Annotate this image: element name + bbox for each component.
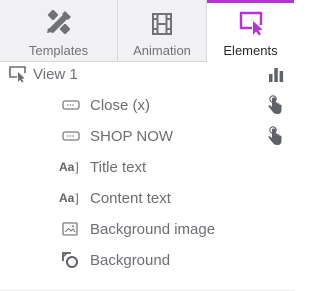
tab-templates-label: Templates [28,43,89,58]
tab-templates[interactable]: Templates [0,0,118,61]
tree-row-shop-now[interactable]: SHOP NOW [0,121,294,151]
tree-row-background-label: Background [90,251,171,269]
tree-row-title-text[interactable]: Aa] Title text [0,152,294,182]
tree-row-close[interactable]: Close (x) [0,90,294,120]
tree-row-view-label: View 1 [33,65,78,83]
view-icon [8,65,28,83]
button-icon [62,131,80,141]
tab-animation-label: Animation [133,43,191,58]
panel-tabs: Templates Animation Elements [0,0,294,61]
film-icon [151,6,173,36]
tree-row-background-image[interactable]: Background image [0,214,294,244]
tree-row-background[interactable]: Background [0,245,294,275]
templates-icon [44,6,74,36]
tree-row-background-image-label: Background image [90,220,216,238]
bar-chart-icon[interactable] [268,66,284,82]
tree-row-view[interactable]: View 1 [0,59,294,89]
background-icon [61,251,79,269]
tree-row-title-text-label: Title text [90,158,147,176]
tab-elements[interactable]: Elements [207,0,294,61]
tree-row-content-text-label: Content text [90,189,171,207]
tab-elements-label: Elements [223,43,278,58]
image-icon [62,222,78,236]
tree-row-close-label: Close (x) [90,96,151,114]
tap-hand-icon[interactable] [268,95,282,115]
tree-row-content-text[interactable]: Aa] Content text [0,183,294,213]
button-icon [62,100,80,110]
tree-row-shop-now-label: SHOP NOW [90,127,174,145]
text-icon: Aa] [59,191,79,205]
tap-hand-icon[interactable] [268,126,282,146]
text-icon: Aa] [59,160,79,174]
tab-animation[interactable]: Animation [118,0,207,61]
cursor-select-icon [238,6,264,36]
